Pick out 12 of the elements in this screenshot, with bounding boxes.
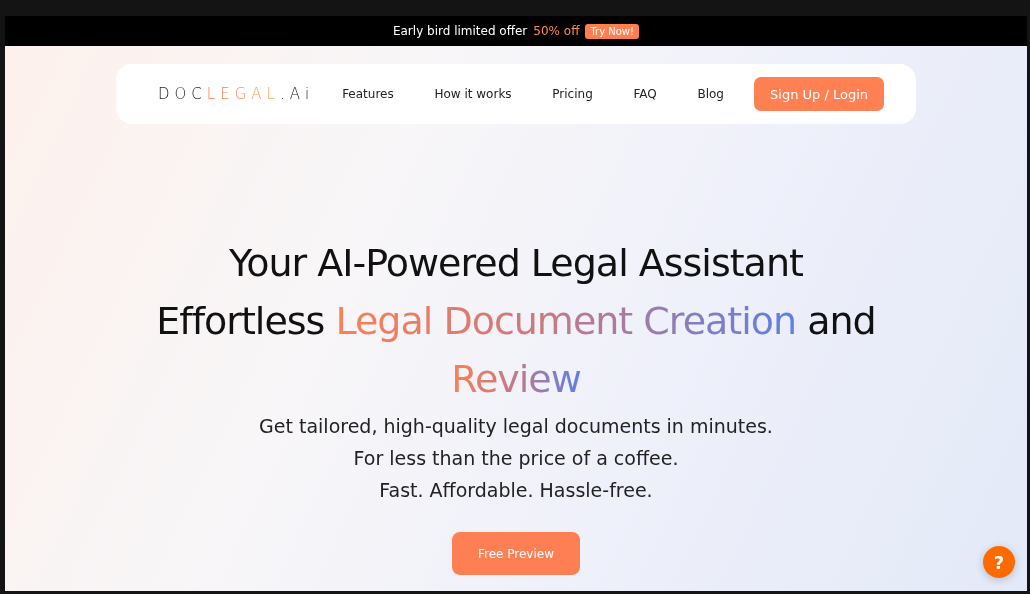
nav-link[interactable]: Features <box>342 87 394 101</box>
subtitle: Get tailored, high-quality legal documents in minutes. <box>259 414 773 439</box>
subtitle: Fast. Affordable. Hassle-free. <box>379 478 653 503</box>
logo[interactable]: DOC LEGAL.Ai <box>158 85 315 103</box>
nav-link[interactable]: Blog <box>697 87 724 101</box>
discount-text: 50% off <box>533 24 580 38</box>
nav-link[interactable]: How it works <box>434 87 512 101</box>
nav-link[interactable]: Pricing <box>552 87 593 101</box>
headline: Your AI-Powered Legal Assistant <box>229 240 803 287</box>
offer-text: Early bird limited offer <box>392 24 528 38</box>
subtitle: For less than the price of a coffee. <box>353 446 679 471</box>
nav-link[interactable]: FAQ <box>633 87 657 101</box>
